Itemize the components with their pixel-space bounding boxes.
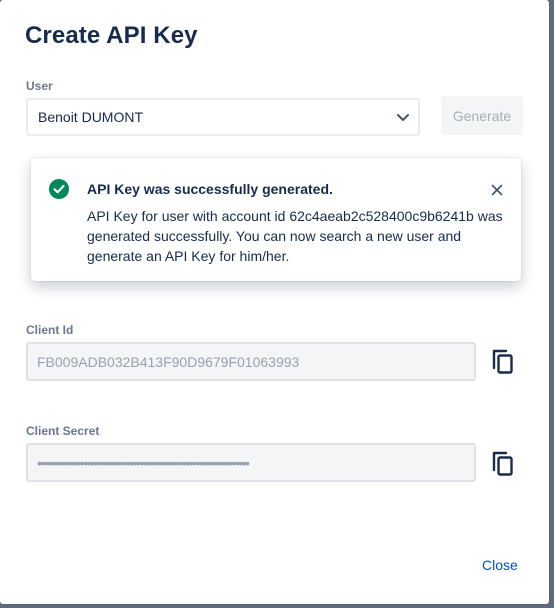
flag-title: API Key was successfully generated. <box>87 181 333 197</box>
generate-button[interactable]: Generate <box>441 96 523 135</box>
client-id-label: Client Id <box>26 323 74 337</box>
copy-icon[interactable] <box>491 451 515 477</box>
copy-icon[interactable] <box>491 349 515 375</box>
user-label: User <box>26 79 53 93</box>
close-icon[interactable] <box>491 184 503 196</box>
dialog-title: Create API Key <box>25 22 198 49</box>
client-secret-value: ••••••••••••••••••••••••••••••••••••••••… <box>37 455 250 471</box>
create-api-key-dialog: Create API Key User Benoit DUMONT Genera… <box>0 0 549 604</box>
client-secret-label: Client Secret <box>26 424 100 438</box>
client-secret-field[interactable]: ••••••••••••••••••••••••••••••••••••••••… <box>26 443 476 482</box>
success-check-icon <box>49 179 69 199</box>
flag-description: API Key for user with account id 62c4aea… <box>87 208 503 264</box>
close-button[interactable]: Close <box>482 557 518 573</box>
chevron-down-icon <box>397 114 409 121</box>
client-id-field[interactable]: FB009ADB032B413F90D9679F01063993 <box>26 342 476 381</box>
client-id-value: FB009ADB032B413F90D9679F01063993 <box>37 354 300 370</box>
success-flag: API Key was successfully generated. API … <box>31 158 521 281</box>
user-select-value: Benoit DUMONT <box>38 109 144 125</box>
user-select[interactable]: Benoit DUMONT <box>26 98 420 136</box>
